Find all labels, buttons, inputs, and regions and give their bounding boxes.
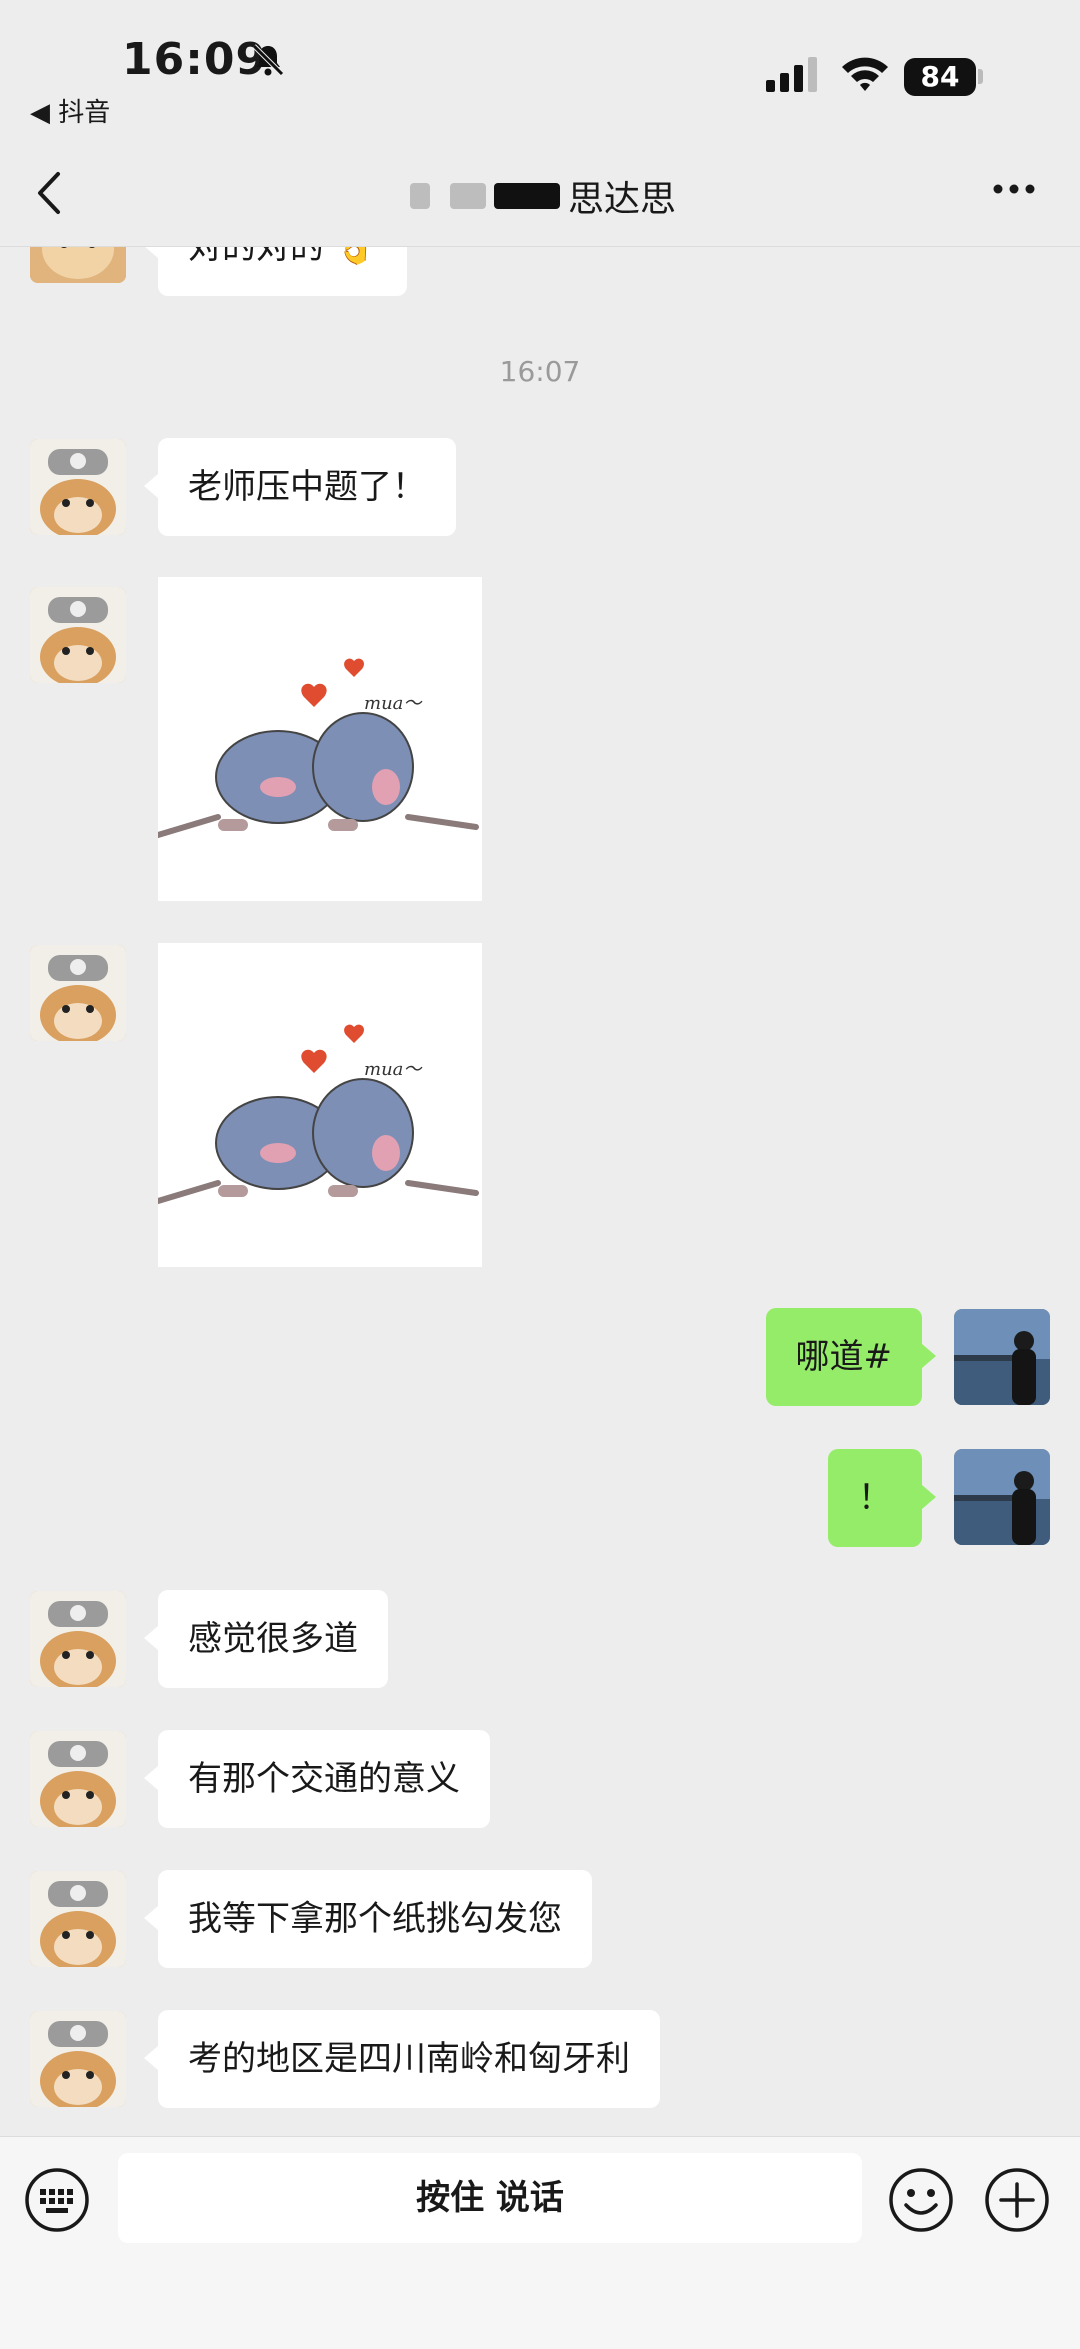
incoming-message-bubble[interactable]: 考的地区是四川南岭和匈牙利 bbox=[144, 2010, 660, 2108]
incoming-message-bubble[interactable]: 对的对的 👌 bbox=[143, 247, 408, 296]
outgoing-message-bubble[interactable]: ！ bbox=[828, 1449, 936, 1547]
muted-bell-icon bbox=[252, 44, 284, 76]
message-list[interactable]: 对的对的 👌 16:07 老师压中题了！ mua～ mua～ 哪道# ！ 感觉很… bbox=[0, 247, 1080, 2135]
contact-avatar[interactable] bbox=[30, 247, 126, 283]
contact-avatar[interactable] bbox=[30, 1591, 126, 1687]
sticker-message[interactable]: mua～ bbox=[155, 577, 482, 901]
cellular-signal-icon bbox=[766, 57, 817, 92]
emoji-icon[interactable] bbox=[888, 2167, 954, 2233]
back-chevron-icon[interactable] bbox=[30, 168, 70, 218]
incoming-message-bubble[interactable]: 老师压中题了！ bbox=[144, 438, 456, 536]
status-bar: 16:09 ◀ 抖音 84 bbox=[0, 0, 1080, 140]
contact-avatar[interactable] bbox=[30, 587, 126, 683]
chat-title-text: 思达思 bbox=[568, 179, 677, 220]
redacted-name-block bbox=[450, 183, 486, 209]
keyboard-icon[interactable] bbox=[24, 2167, 90, 2233]
contact-avatar[interactable] bbox=[30, 439, 126, 535]
sticker-caption: mua～ bbox=[364, 693, 423, 714]
battery-indicator: 84 bbox=[904, 58, 976, 96]
outgoing-message-bubble[interactable]: 哪道# bbox=[765, 1308, 936, 1406]
contact-avatar[interactable] bbox=[30, 1871, 126, 1967]
kissing-mice-sticker-image: mua～ bbox=[155, 658, 479, 838]
chat-header: 思达思 bbox=[0, 140, 1080, 247]
sticker-message[interactable]: mua～ bbox=[155, 943, 482, 1267]
incoming-message-bubble[interactable]: 感觉很多道 bbox=[144, 1590, 388, 1688]
wifi-icon bbox=[842, 57, 888, 91]
contact-avatar[interactable] bbox=[30, 2011, 126, 2107]
my-avatar[interactable] bbox=[954, 1309, 1050, 1405]
status-time: 16:09 bbox=[122, 34, 268, 85]
input-bar: 按住 说话 bbox=[0, 2136, 1080, 2349]
message-timestamp: 16:07 bbox=[499, 355, 581, 388]
redacted-name-block bbox=[494, 183, 560, 209]
chat-title: 思达思 bbox=[410, 170, 676, 222]
plus-icon[interactable] bbox=[984, 2167, 1050, 2233]
contact-avatar[interactable] bbox=[30, 1731, 126, 1827]
back-to-app-link[interactable]: ◀ 抖音 bbox=[30, 92, 110, 129]
battery-tip bbox=[978, 69, 983, 84]
kissing-mice-sticker-image: mua～ bbox=[155, 1024, 479, 1204]
more-options-icon[interactable] bbox=[992, 182, 1036, 196]
redacted-name-block bbox=[410, 183, 430, 209]
sticker-caption: mua～ bbox=[364, 1059, 423, 1080]
hold-to-talk-button[interactable]: 按住 说话 bbox=[118, 2153, 862, 2243]
my-avatar[interactable] bbox=[954, 1449, 1050, 1545]
incoming-message-bubble[interactable]: 有那个交通的意义 bbox=[144, 1730, 490, 1828]
incoming-message-bubble[interactable]: 我等下拿那个纸挑勾发您 bbox=[144, 1870, 592, 1968]
contact-avatar[interactable] bbox=[30, 945, 126, 1041]
